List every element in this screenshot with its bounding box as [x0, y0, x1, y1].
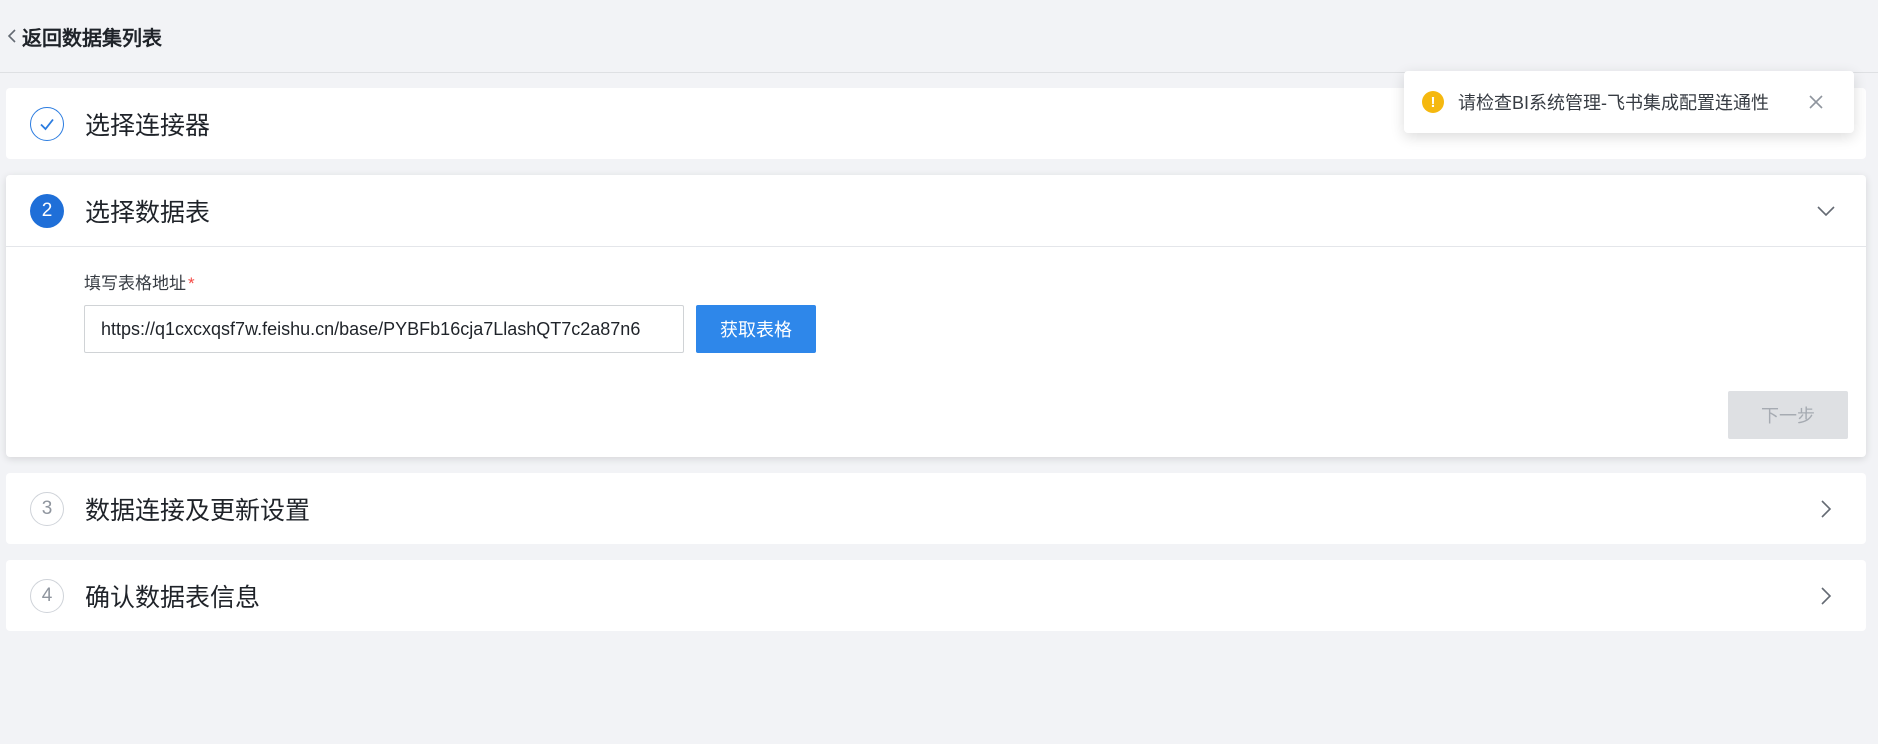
step-select-table: 2 选择数据表 填写表格地址* 获取表格 下一步: [6, 175, 1866, 457]
step-header[interactable]: 2 选择数据表: [6, 175, 1866, 247]
fetch-table-button[interactable]: 获取表格: [696, 305, 816, 353]
toast-message: 请检查BI系统管理-飞书集成配置连通性: [1458, 93, 1769, 113]
step-title: 数据连接及更新设置: [85, 497, 311, 525]
table-url-label: 填写表格地址 *: [84, 269, 1866, 294]
step-confirm-table-info[interactable]: 4 确认数据表信息: [6, 560, 1866, 631]
step-connection-settings[interactable]: 3 数据连接及更新设置: [6, 473, 1866, 544]
step-number: 4: [30, 579, 64, 613]
page-header: 返回数据集列表: [0, 0, 1878, 73]
next-step-button[interactable]: 下一步: [1728, 391, 1848, 439]
table-url-input[interactable]: [84, 305, 684, 353]
dataset-wizard-page: 返回数据集列表 选择连接器 2 选择数据表 填写表格地址 * https://q…: [0, 0, 1878, 744]
step-number: 3: [30, 492, 64, 526]
step-header[interactable]: 3 数据连接及更新设置: [6, 473, 1866, 545]
warning-toast: ! 请检查BI系统管理-飞书集成配置连通性: [1404, 71, 1854, 133]
warning-icon: !: [1422, 91, 1444, 113]
back-link-label: 返回数据集列表: [22, 27, 162, 50]
table-url-label-text: 填写表格地址: [84, 274, 186, 293]
step-title: 确认数据表信息: [85, 584, 261, 612]
chevron-left-icon: [7, 29, 16, 43]
check-icon: [40, 118, 54, 131]
chevron-right-icon[interactable]: [1816, 499, 1836, 519]
chevron-down-icon[interactable]: [1816, 201, 1836, 221]
step-number: 2: [30, 193, 64, 228]
step-title: 选择数据表: [85, 198, 211, 227]
step-title: 选择连接器: [85, 112, 211, 140]
step-done-indicator: [30, 107, 64, 141]
back-to-dataset-list-link[interactable]: 返回数据集列表: [6, 22, 162, 51]
required-mark: *: [188, 274, 195, 293]
table-url-row: 获取表格: [84, 305, 1866, 353]
close-icon[interactable]: [1808, 94, 1824, 110]
chevron-right-icon[interactable]: [1816, 586, 1836, 606]
step-body: 填写表格地址* 获取表格 下一步: [6, 247, 1866, 457]
step-header[interactable]: 4 确认数据表信息: [6, 560, 1866, 632]
